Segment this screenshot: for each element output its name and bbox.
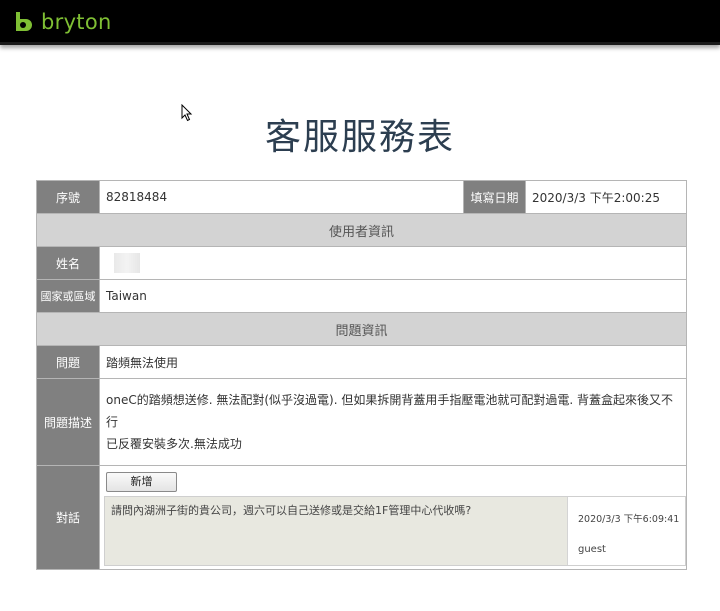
date-value: 2020/3/3 下午2:00:25: [525, 180, 687, 214]
description-line-1: oneC的踏頻想送修. 無法配對(似乎沒過電). 但如果拆開背蓋用手指壓電池就可…: [106, 393, 673, 429]
country-value: Taiwan: [99, 279, 687, 313]
serial-label: 序號: [36, 180, 100, 214]
name-row: 姓名: [36, 246, 687, 280]
bryton-logo[interactable]: bryton: [13, 8, 112, 36]
problem-section-row: 問題資訊: [36, 312, 687, 346]
add-message-button[interactable]: 新增: [106, 472, 177, 492]
page-title: 客服服務表: [264, 117, 455, 158]
dialog-area: 新增 請問內湖洲子街的貴公司，週六可以自己送修或是交給1F管理中心代收嗎? 20…: [99, 465, 687, 570]
problem-row: 問題 踏頻無法使用: [36, 345, 687, 379]
name-label: 姓名: [36, 246, 100, 280]
brand-name: bryton: [41, 10, 112, 34]
problem-value: 踏頻無法使用: [99, 345, 687, 379]
dialog-label: 對話: [36, 465, 100, 570]
country-label: 國家或區域: [36, 279, 100, 313]
message-item: 請問內湖洲子街的貴公司，週六可以自己送修或是交給1F管理中心代收嗎? 2020/…: [104, 496, 686, 566]
dialog-row: 對話 新增 請問內湖洲子街的貴公司，週六可以自己送修或是交給1F管理中心代收嗎?…: [36, 465, 687, 570]
name-value: [99, 246, 687, 280]
header-bar: bryton: [0, 0, 720, 45]
description-label: 問題描述: [36, 378, 100, 466]
problem-label: 問題: [36, 345, 100, 379]
message-timestamp: 2020/3/3 下午6:09:41: [578, 514, 680, 525]
description-value: oneC的踏頻想送修. 無法配對(似乎沒過電). 但如果拆開背蓋用手指壓電池就可…: [99, 378, 687, 466]
problem-section-heading: 問題資訊: [36, 312, 687, 346]
message-text: 請問內湖洲子街的貴公司，週六可以自己送修或是交給1F管理中心代收嗎?: [105, 497, 567, 565]
country-row: 國家或區域 Taiwan: [36, 279, 687, 313]
message-meta: 2020/3/3 下午6:09:41 guest: [567, 497, 685, 565]
redacted-name: [114, 253, 140, 273]
service-form-table: 序號 82818484 填寫日期 2020/3/3 下午2:00:25 使用者資…: [36, 180, 687, 570]
description-line-2: 已反覆安裝多次.無法成功: [106, 437, 242, 451]
serial-row: 序號 82818484 填寫日期 2020/3/3 下午2:00:25: [36, 180, 687, 214]
bryton-logo-icon: [16, 12, 32, 31]
date-label: 填寫日期: [463, 180, 526, 214]
user-section-heading: 使用者資訊: [36, 213, 687, 247]
message-author: guest: [578, 544, 606, 555]
serial-value: 82818484: [99, 180, 464, 214]
user-section-row: 使用者資訊: [36, 213, 687, 247]
description-row: 問題描述 oneC的踏頻想送修. 無法配對(似乎沒過電). 但如果拆開背蓋用手指…: [36, 378, 687, 466]
